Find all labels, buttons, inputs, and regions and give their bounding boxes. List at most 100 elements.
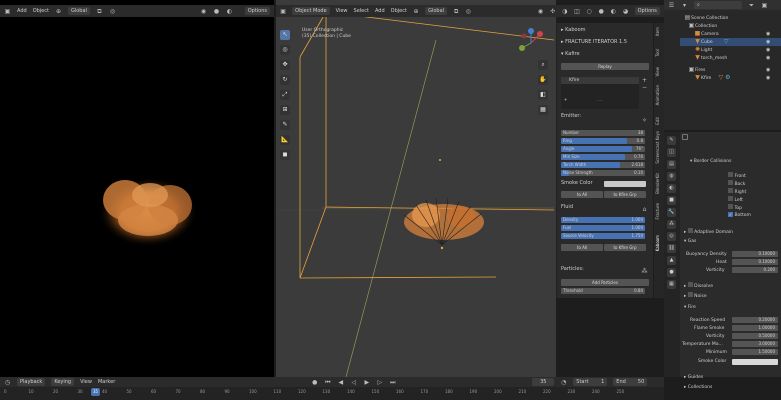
proportional-edit-icon[interactable]: ◎	[465, 8, 471, 15]
jump-end-icon[interactable]: ⏭	[389, 379, 396, 386]
start-frame-field[interactable]: Start 1	[573, 378, 608, 386]
add-item-icon[interactable]: +	[641, 77, 648, 84]
fire-header[interactable]: ▾ Fire	[684, 304, 696, 311]
record-icon[interactable]: ●	[311, 379, 318, 386]
transform-orientation-icon[interactable]: ⊕	[55, 8, 62, 15]
modifier-icon[interactable]: 🔧	[667, 208, 676, 217]
menu-add[interactable]: Add	[375, 8, 385, 14]
outliner-item-torch-mesh[interactable]: ▼torch_mesh	[694, 54, 727, 62]
zoom-icon[interactable]: ⌕	[538, 60, 548, 70]
3d-viewport[interactable]: User Orthographic (35) Collection | Cube…	[276, 0, 556, 378]
eye-icon[interactable]: ◉	[766, 46, 776, 54]
check-right[interactable]: Right	[728, 188, 746, 195]
fire-smoke-color-swatch[interactable]	[732, 359, 778, 365]
kafire-panel-header[interactable]: ▾ Kafire	[561, 51, 650, 58]
menu-view[interactable]: View	[336, 8, 348, 14]
shading-wire-icon[interactable]: ○	[586, 8, 592, 15]
orientation-dropdown[interactable]: Global	[425, 7, 448, 15]
scale-icon[interactable]: ⤢	[280, 90, 290, 100]
xray-icon[interactable]: ◫	[574, 8, 580, 15]
check-left[interactable]: Left	[728, 196, 743, 203]
annotate-icon[interactable]: ✎	[280, 120, 290, 130]
physics-icon[interactable]: ◎	[667, 232, 676, 241]
eye-icon[interactable]: ◉	[766, 30, 776, 38]
emitter-icon[interactable]: ✧	[641, 117, 648, 124]
buoyancy-density-field[interactable]: 0.10000	[732, 251, 778, 257]
proportional-edit-icon[interactable]: ◎	[109, 8, 116, 15]
measure-icon[interactable]: 📐	[280, 135, 290, 145]
scene-icon[interactable]: ◍	[667, 172, 676, 181]
move-icon[interactable]: ✥	[280, 60, 290, 70]
options-dropdown[interactable]: Options	[244, 7, 270, 15]
check-back[interactable]: Back	[728, 180, 745, 187]
to-all-button[interactable]: to All	[561, 191, 603, 198]
outliner-search[interactable]: ⌕	[694, 1, 742, 9]
editor-type-icon[interactable]: ◷	[4, 379, 11, 386]
tab-tool[interactable]: Tool	[655, 49, 663, 57]
material-icon[interactable]: ●	[667, 268, 676, 277]
noise-strength-slider[interactable]: Noise Strength 0.10	[561, 170, 645, 176]
orientation-dropdown[interactable]: Global	[67, 7, 90, 15]
particles-icon[interactable]: ⁂	[641, 268, 648, 275]
smoke-color-swatch[interactable]	[604, 181, 646, 187]
editor-type-icon[interactable]: ▣	[4, 8, 11, 15]
vorticity-field[interactable]: 0.200	[732, 267, 778, 273]
check-bottom[interactable]: ✓ Bottom	[728, 212, 751, 219]
minimum-field[interactable]: 1.50000	[732, 349, 778, 355]
outliner-item-scene-collection[interactable]: ▤Scene Collection	[684, 14, 729, 22]
ring-slider[interactable]: Ring 0.8	[561, 138, 645, 144]
tab-fracture[interactable]: Fracture	[655, 203, 663, 219]
clock-icon[interactable]: ◔	[560, 379, 567, 386]
check-front[interactable]: Front	[728, 172, 746, 179]
output-icon[interactable]: ▤	[667, 160, 676, 169]
display-mode-icon[interactable]: ▾	[681, 2, 688, 9]
transform-orientation-icon[interactable]: ⊕	[413, 8, 419, 15]
end-frame-field[interactable]: End 50	[613, 378, 648, 386]
navigation-gizmo[interactable]	[516, 28, 546, 58]
outliner-item-light[interactable]: ✺Light	[694, 46, 712, 54]
timeline-track[interactable]: 0 10 20 30 40 50 60 70 80 90 100 110 120 130 140 150 160…	[0, 387, 664, 400]
prev-key-icon[interactable]: ◀	[337, 379, 344, 386]
heat-field[interactable]: 0.10000	[732, 259, 778, 265]
options-dropdown[interactable]: Options	[634, 7, 660, 15]
jump-start-icon[interactable]: ⏮	[324, 379, 331, 386]
snap-icon[interactable]: ⧉	[96, 8, 103, 15]
tab-animation[interactable]: Animation	[655, 85, 663, 105]
fluid-icon[interactable]: ⌂	[641, 206, 648, 213]
keying-menu[interactable]: Keying	[51, 378, 75, 386]
to-kfire-grp-button[interactable]: to Kfire Grp	[604, 191, 646, 198]
visibility-icon[interactable]: ◉	[200, 8, 207, 15]
editor-type-icon[interactable]: ☰	[668, 2, 675, 9]
data-icon[interactable]: ▲	[667, 256, 676, 265]
select-cursor-icon[interactable]: ↖	[280, 30, 290, 40]
eye-icon[interactable]: ◉	[766, 66, 776, 74]
to-all-button-2[interactable]: to All	[561, 244, 603, 251]
pin-icon[interactable]	[682, 134, 688, 140]
overlay-icon[interactable]: ◑	[562, 8, 568, 15]
play-icon[interactable]: ▶	[363, 379, 370, 386]
fire-vorticity-field[interactable]: 0.50000	[732, 333, 778, 339]
cursor-icon[interactable]: ◎	[280, 45, 290, 55]
camera-view-icon[interactable]: ◧	[538, 90, 548, 100]
kfire-list[interactable]: Kfire + ....	[561, 77, 639, 109]
flame-smoke-field[interactable]: 1.00000	[732, 325, 778, 331]
next-key-icon[interactable]: ▷	[376, 379, 383, 386]
tab-view[interactable]: View	[655, 67, 663, 77]
current-frame-field[interactable]: 35	[532, 378, 555, 386]
adaptive-domain-header[interactable]: ▸ Adaptive Domain	[684, 228, 733, 235]
threshold-field[interactable]: Threshold 0.80	[561, 288, 645, 294]
dissolve-header[interactable]: ▸ Dissolve	[684, 282, 713, 289]
to-kfire-grp-button-2[interactable]: to Kfire Grp	[604, 244, 646, 251]
outliner-item-kfire[interactable]: ▼Kfire ▽ ⚙	[694, 74, 731, 82]
list-item[interactable]: Kfire	[561, 77, 639, 84]
reaction-speed-field[interactable]: 0.20000	[732, 317, 778, 323]
noise-header[interactable]: ▸ Noise	[684, 292, 707, 299]
kaboom-panel-header[interactable]: ▸ Kaboom	[561, 27, 650, 34]
fuel-field[interactable]: Fuel 1.000	[561, 225, 645, 231]
list-resize-handle[interactable]: ....	[597, 97, 602, 102]
snap-icon[interactable]: ⧉	[453, 8, 459, 15]
gas-header[interactable]: ▾ Gas	[684, 238, 696, 245]
outliner-item-camera[interactable]: ■Camera	[694, 30, 719, 38]
render-preview-area[interactable]	[0, 0, 274, 377]
add-particles-button[interactable]: Add Particles	[561, 279, 649, 286]
